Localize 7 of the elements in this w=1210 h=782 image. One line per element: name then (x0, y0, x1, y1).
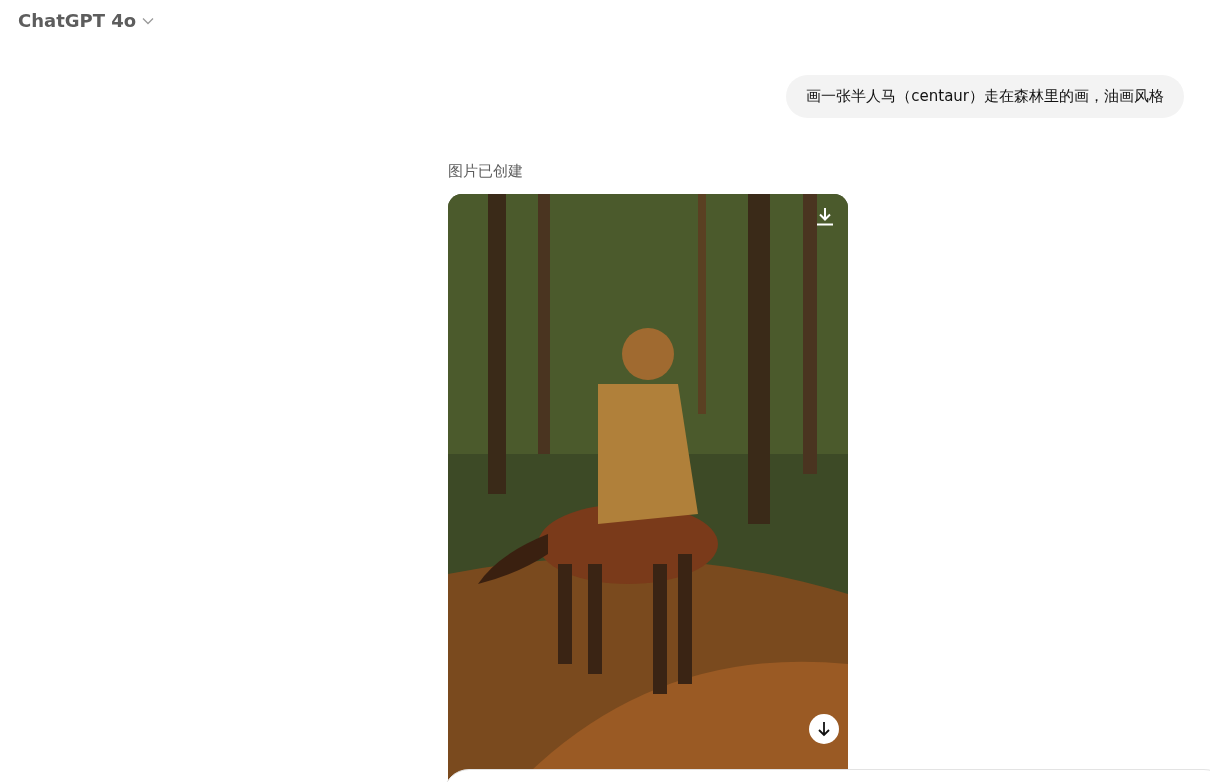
download-icon (816, 206, 834, 226)
arrow-down-icon (817, 721, 831, 737)
user-message: 画一张半人马（centaur）走在森林里的画，油画风格 (786, 75, 1184, 118)
image-status: 图片已创建 (448, 162, 524, 181)
chevron-down-icon (142, 16, 155, 25)
model-selector[interactable]: ChatGPT 4o (18, 10, 155, 31)
download-button[interactable] (816, 206, 834, 226)
